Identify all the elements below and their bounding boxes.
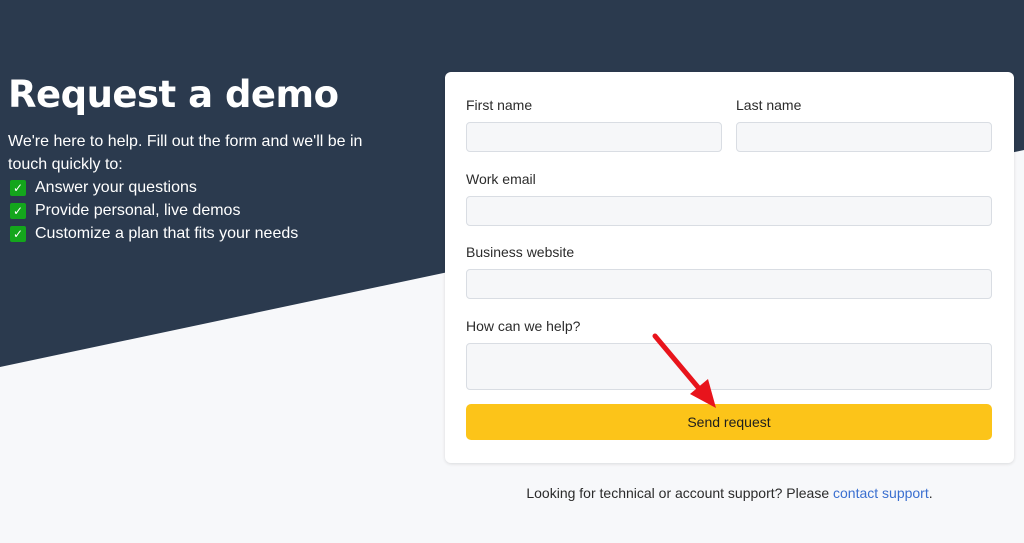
last-name-input[interactable] [736, 122, 992, 152]
contact-support-link[interactable]: contact support [833, 485, 929, 501]
business-website-input[interactable] [466, 269, 992, 299]
demo-request-form: First name Last name Work email Business… [445, 72, 1014, 463]
benefit-text: Answer your questions [35, 179, 197, 196]
hero-intro: We're here to help. Fill out the form an… [8, 133, 363, 173]
check-icon: ✓ [10, 202, 26, 219]
first-name-label: First name [466, 97, 533, 113]
help-textarea[interactable] [466, 343, 992, 390]
check-icon: ✓ [10, 225, 26, 242]
page-title: Request a demo [8, 73, 339, 116]
benefit-item: ✓ Answer your questions [8, 176, 408, 199]
check-icon: ✓ [10, 179, 26, 196]
support-text: Looking for technical or account support… [526, 485, 833, 501]
work-email-label: Work email [466, 171, 536, 187]
last-name-label: Last name [736, 97, 802, 113]
benefit-text: Provide personal, live demos [35, 202, 241, 219]
annotation-arrow-icon [652, 333, 716, 408]
benefit-text: Customize a plan that fits your needs [35, 225, 299, 242]
benefit-list: ✓ Answer your questions ✓ Provide person… [8, 176, 408, 245]
help-label: How can we help? [466, 318, 581, 334]
support-footer: Looking for technical or account support… [445, 485, 1014, 501]
support-suffix: . [928, 485, 933, 501]
business-website-label: Business website [466, 244, 575, 260]
work-email-input[interactable] [466, 196, 992, 226]
benefit-item: ✓ Provide personal, live demos [8, 199, 408, 222]
benefit-item: ✓ Customize a plan that fits your needs [8, 222, 408, 245]
hero-section: Request a demo We're here to help. Fill … [8, 72, 408, 245]
send-request-button[interactable]: Send request [466, 404, 992, 440]
first-name-input[interactable] [466, 122, 722, 152]
